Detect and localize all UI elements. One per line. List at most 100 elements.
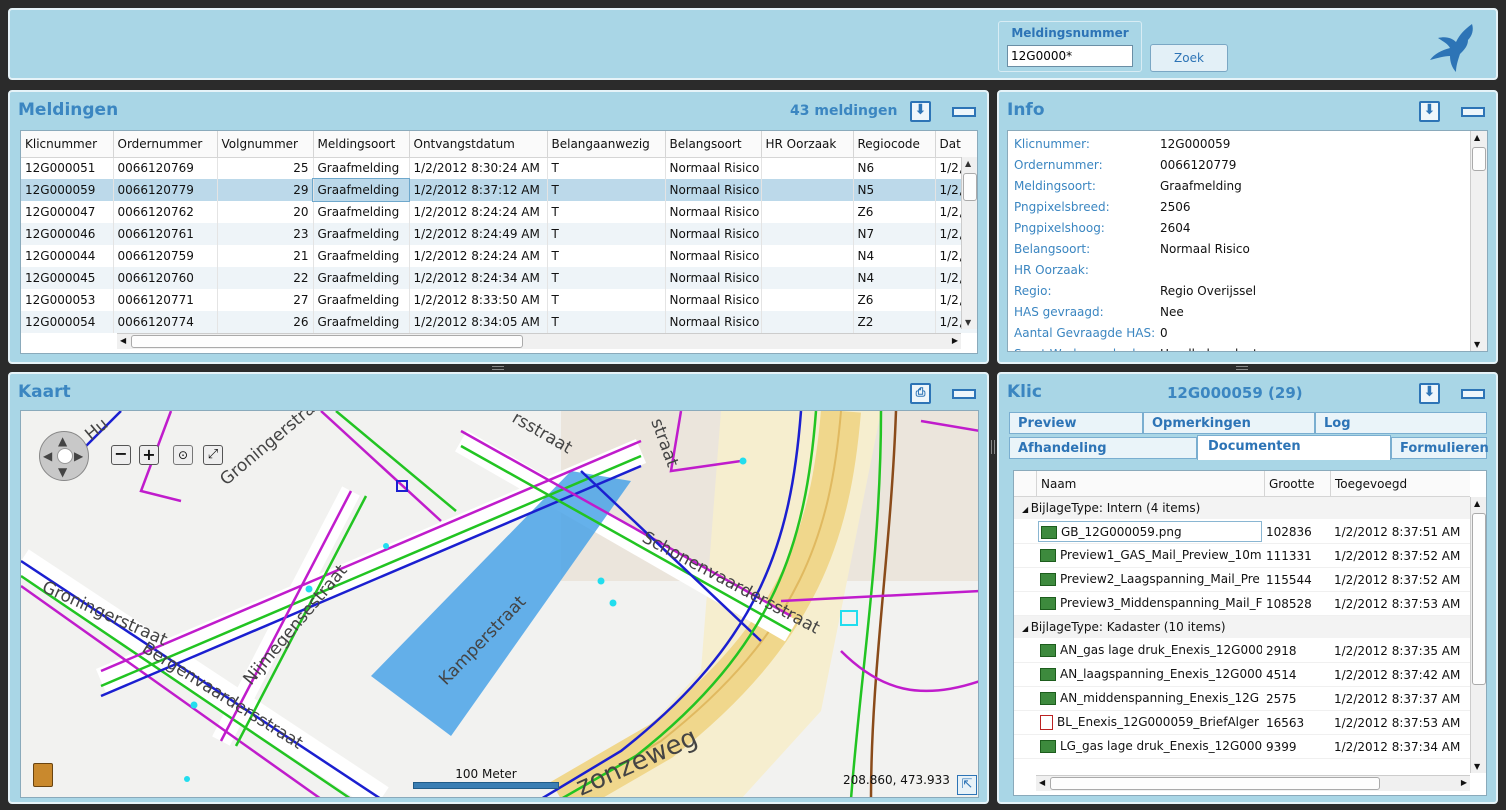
list-item[interactable]: Preview2_Laagspanning_Mail_Pre 115544 1/2/… (1014, 568, 1470, 592)
download-icon[interactable]: ⬇ (1419, 101, 1440, 122)
list-item[interactable]: Preview1_GAS_Mail_Preview_10m 111331 1/2/2… (1014, 544, 1470, 568)
horizontal-scrollbar[interactable]: ◀ ▶ (117, 333, 961, 349)
horizontal-scrollbar[interactable]: ◀ ▶ (1036, 775, 1470, 791)
collapse-icon[interactable]: ◢ (1022, 624, 1031, 633)
minimize-icon[interactable] (952, 389, 976, 399)
scroll-thumb[interactable] (963, 173, 977, 201)
locate-icon[interactable]: ⊙ (173, 445, 193, 465)
group-header[interactable]: ◢ BijlageType: Intern (4 items) (1014, 497, 1470, 519)
table-cell: Graafmelding (313, 311, 410, 333)
table-row[interactable]: 12G000054 0066120774 26 Graafmelding 1/2/201… (21, 311, 977, 333)
info-field-label: Aantal Gevraagde HAS: (1014, 326, 1156, 340)
table-cell: T (547, 311, 666, 333)
table-row[interactable]: 12G000046 0066120761 23 Graafmelding 1/2/201… (21, 223, 977, 245)
minimize-icon[interactable] (1461, 107, 1485, 117)
splitter-grip[interactable] (492, 366, 504, 370)
column-header[interactable]: Meldingsoort (313, 131, 410, 158)
search-button[interactable]: Zoek (1150, 44, 1228, 72)
pan-north-icon[interactable]: ▲ (58, 434, 67, 448)
table-row[interactable]: 12G000047 0066120762 20 Graafmelding 1/2/201… (21, 201, 977, 223)
info-field: Soort Werkzaamheden: Handholes plaatsen (1014, 347, 1464, 351)
scroll-thumb[interactable] (1472, 513, 1486, 685)
table-cell: Normaal Risico (665, 157, 762, 179)
list-item[interactable]: Preview3_Middenspanning_Mail_F 108528 1/2/… (1014, 592, 1470, 616)
table-cell (761, 289, 854, 311)
list-item[interactable]: BL_Enexis_12G000059_BriefAlger 16563 1/2/2… (1014, 711, 1470, 735)
list-item[interactable]: GB_12G000059.png 102836 1/2/2012 8:37:51 A… (1014, 520, 1470, 544)
table-cell: 1/2/2012 8:24:24 AM (409, 245, 548, 267)
hscroll-thumb[interactable] (131, 335, 523, 348)
list-item[interactable]: AN_gas lage druk_Enexis_12G000 2918 1/2/20… (1014, 639, 1470, 663)
table-cell: 0066120761 (113, 223, 218, 245)
column-header[interactable]: Toegevoegd (1330, 471, 1470, 497)
search-input[interactable] (1007, 45, 1133, 67)
table-row[interactable]: 12G000051 0066120769 25 Graafmelding 1/2/201… (21, 157, 977, 179)
search-box: Meldingsnummer (998, 21, 1142, 72)
column-header[interactable]: Belangsoort (665, 131, 762, 158)
table-cell: 0066120762 (113, 201, 218, 223)
pan-west-icon[interactable]: ◀ (43, 449, 52, 463)
info-field-label: Klicnummer: (1014, 137, 1090, 151)
document-name-cell: Preview1_GAS_Mail_Preview_10m (1038, 545, 1262, 566)
table-cell: Normaal Risico (665, 289, 762, 311)
hscroll-thumb[interactable] (1050, 777, 1380, 790)
layers-icon[interactable] (33, 763, 53, 787)
download-icon[interactable]: ⬇ (910, 101, 931, 122)
table-cell: 0066120779 (113, 179, 218, 201)
column-header[interactable]: Ontvangstdatum (409, 131, 548, 158)
table-cell: 12G000044 (21, 245, 114, 267)
info-field-value: 2506 (1160, 200, 1191, 214)
column-header[interactable]: Volgnummer (217, 131, 314, 158)
column-header[interactable]: Klicnummer (21, 131, 114, 158)
zoom-out-button[interactable]: − (111, 445, 131, 465)
tab-log[interactable]: Log (1315, 412, 1487, 434)
fullscreen-icon[interactable]: ⤢ (203, 445, 223, 465)
pan-south-icon[interactable]: ▼ (58, 465, 67, 479)
tab-opmerkingen[interactable]: Opmerkingen (1143, 412, 1315, 434)
table-cell: 21 (217, 245, 314, 267)
column-header[interactable]: Belangaanwezig (547, 131, 666, 158)
list-item[interactable]: AN_middenspanning_Enexis_12G 2575 1/2/2012… (1014, 687, 1470, 711)
expand-corner-icon[interactable]: ⇱ (957, 775, 977, 795)
table-cell: 12G000054 (21, 311, 114, 333)
list-item[interactable]: AN_laagspanning_Enexis_12G000 4514 1/2/201… (1014, 663, 1470, 687)
info-title: Info (1007, 100, 1045, 120)
pan-control[interactable]: ▲ ◀ ▶ ▼ (39, 431, 89, 481)
minimize-icon[interactable] (1461, 389, 1485, 399)
collapse-icon[interactable]: ◢ (1022, 505, 1031, 514)
list-item[interactable]: LG_gas lage druk_Enexis_12G000 9399 1/2/20… (1014, 735, 1470, 759)
group-header[interactable]: ◢ BijlageType: Kadaster (10 items) (1014, 616, 1470, 638)
column-header[interactable]: Naam (1036, 471, 1264, 497)
table-row[interactable]: 12G000044 0066120759 21 Graafmelding 1/2/201… (21, 245, 977, 267)
column-header[interactable]: Grootte (1264, 471, 1330, 497)
info-field-label: Pngpixelshoog: (1014, 221, 1105, 235)
print-icon[interactable]: ⎙ (910, 383, 931, 404)
tab-documenten[interactable]: Documenten (1197, 435, 1391, 460)
download-icon[interactable]: ⬇ (1419, 383, 1440, 404)
minimize-icon[interactable] (952, 107, 976, 117)
tab-formulieren[interactable]: Formulieren (1391, 437, 1489, 459)
scroll-thumb[interactable] (1472, 147, 1486, 171)
map-canvas[interactable]: Groningerstraat Bergenvaardersstraat Nij… (21, 411, 979, 798)
vertical-scrollbar[interactable]: ▲ ▼ (961, 157, 977, 329)
map-view[interactable]: Groningerstraat Bergenvaardersstraat Nij… (20, 410, 979, 798)
splitter-grip[interactable] (1236, 366, 1248, 370)
column-header[interactable]: Dat (935, 131, 977, 158)
pan-east-icon[interactable]: ▶ (74, 449, 83, 463)
table-row[interactable]: 12G000045 0066120760 22 Graafmelding 1/2/201… (21, 267, 977, 289)
vertical-scrollbar[interactable]: ▲ ▼ (1470, 497, 1486, 773)
column-header[interactable]: Regiocode (853, 131, 936, 158)
tab-afhandeling[interactable]: Afhandeling (1009, 437, 1197, 459)
column-header[interactable]: Ordernummer (113, 131, 218, 158)
kaart-title: Kaart (18, 382, 71, 402)
document-name: Preview1_GAS_Mail_Preview_10m (1060, 548, 1262, 562)
splitter-grip[interactable] (991, 440, 995, 454)
table-row[interactable]: 12G000053 0066120771 27 Graafmelding 1/2/201… (21, 289, 977, 311)
table-row[interactable]: 12G000059 0066120779 29 Graafmelding 1/2/201… (21, 178, 977, 202)
document-name: AN_gas lage druk_Enexis_12G000 (1060, 643, 1262, 657)
column-header[interactable]: HR Oorzaak (761, 131, 854, 158)
table-cell: Graafmelding (312, 178, 410, 202)
vertical-scrollbar[interactable]: ▲ ▼ (1470, 131, 1487, 351)
zoom-in-button[interactable]: + (139, 445, 159, 465)
tab-preview[interactable]: Preview (1009, 412, 1143, 434)
